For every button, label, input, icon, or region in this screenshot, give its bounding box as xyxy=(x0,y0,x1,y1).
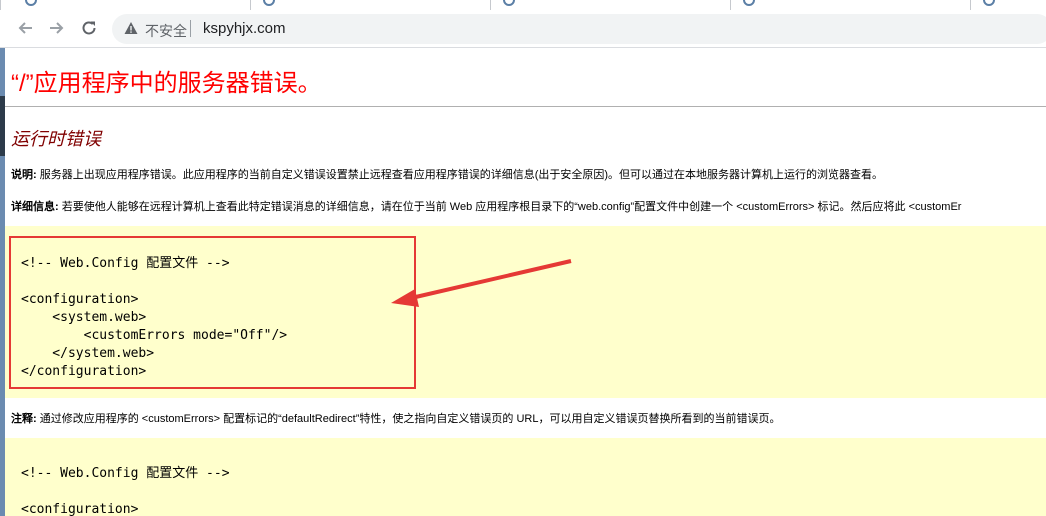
tab-strip: × × xyxy=(0,0,1046,10)
description-text: 服务器上出现应用程序错误。此应用程序的当前自定义错误设置禁止远程查看应用程序错误… xyxy=(36,169,884,181)
tab-close-icon[interactable]: × xyxy=(591,0,599,4)
browser-toolbar: 不安全 kspyhjx.com xyxy=(0,10,1046,48)
tab-favicon-icon xyxy=(983,0,995,6)
reload-button[interactable] xyxy=(78,17,100,39)
forward-button[interactable] xyxy=(46,17,68,39)
page-subtitle: 运行时错误 xyxy=(11,129,101,149)
warning-icon xyxy=(124,22,138,34)
forward-arrow-icon xyxy=(50,22,64,34)
details-text: 若要使他人能够在远程计算机上查看此特定错误消息的详细信息，请在位于当前 Web … xyxy=(58,201,962,213)
details-paragraph: 详细信息: 若要使他人能够在远程计算机上查看此特定错误消息的详细信息，请在位于当… xyxy=(11,198,961,214)
back-button[interactable] xyxy=(14,17,36,39)
note-text: 通过修改应用程序的 <customErrors> 配置标记的“defaultRe… xyxy=(36,413,781,425)
tab-favicon-icon xyxy=(743,0,755,6)
annotation-highlight-box xyxy=(9,236,416,389)
code-line: <configuration> xyxy=(21,502,139,516)
browser-tab[interactable] xyxy=(0,0,252,10)
page-title: “/”应用程序中的服务器错误。 xyxy=(11,70,322,97)
page-content: “/”应用程序中的服务器错误。 运行时错误 说明: 服务器上出现应用程序错误。此… xyxy=(5,48,1046,516)
details-label: 详细信息: xyxy=(11,201,59,213)
code-comment: <!-- Web.Config 配置文件 --> xyxy=(21,466,230,481)
back-arrow-icon xyxy=(18,22,32,34)
security-status-label[interactable]: 不安全 xyxy=(145,21,187,41)
description-label: 说明: xyxy=(11,169,37,181)
tab-favicon-icon xyxy=(503,0,515,6)
address-bar[interactable]: 不安全 kspyhjx.com xyxy=(112,14,1046,44)
browser-tab[interactable] xyxy=(250,0,492,10)
reload-icon xyxy=(82,21,96,35)
annotation-arrow-icon xyxy=(391,259,572,307)
url-text[interactable]: kspyhjx.com xyxy=(203,20,286,37)
tab-favicon-icon xyxy=(263,0,275,6)
tab-close-icon[interactable]: × xyxy=(827,0,835,4)
note-label: 注释: xyxy=(11,413,37,425)
browser-tab[interactable]: × xyxy=(490,0,732,10)
description-paragraph: 说明: 服务器上出现应用程序错误。此应用程序的当前自定义错误设置禁止远程查看应用… xyxy=(11,166,883,182)
title-divider xyxy=(5,106,1046,107)
browser-tab[interactable] xyxy=(970,0,1046,10)
code-block: <!-- Web.Config 配置文件 --> <configuration> xyxy=(5,438,1046,516)
browser-tab[interactable]: × xyxy=(730,0,972,10)
tab-favicon-icon xyxy=(25,0,37,6)
note-paragraph: 注释: 通过修改应用程序的 <customErrors> 配置标记的“defau… xyxy=(11,410,780,426)
code-listing: <!-- Web.Config 配置文件 --> <configuration> xyxy=(21,465,230,516)
omnibox-divider xyxy=(190,20,191,37)
